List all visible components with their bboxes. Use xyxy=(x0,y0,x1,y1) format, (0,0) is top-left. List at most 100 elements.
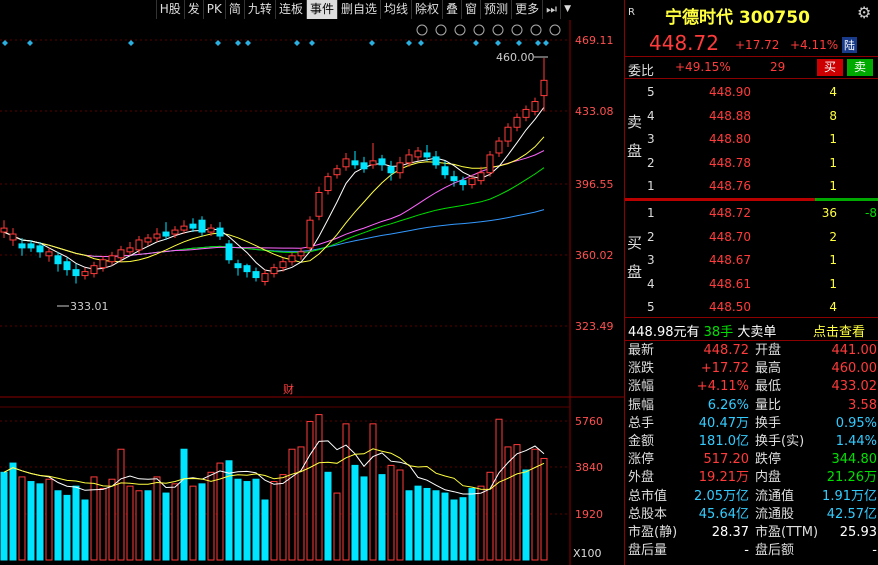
book-row: 4 448.61 1 xyxy=(625,273,878,296)
stat-value: 1.44% xyxy=(835,434,877,449)
toolbar-item[interactable]: 事件 xyxy=(305,0,337,19)
toolbar-item[interactable]: 发 xyxy=(183,0,203,19)
stat-label: 量比 xyxy=(755,397,782,413)
candle-body xyxy=(279,261,287,269)
candle-body xyxy=(342,158,350,168)
stat-label: 涨跌 xyxy=(628,361,655,377)
volume-bar xyxy=(261,499,269,561)
volume-bar xyxy=(540,457,548,561)
volume-bar xyxy=(189,485,197,561)
volume-bar xyxy=(477,485,485,561)
toolbar-item[interactable]: 叠 xyxy=(442,0,461,19)
volume-bar xyxy=(198,483,206,561)
toolbar-item[interactable]: 删自选 xyxy=(336,0,380,19)
volume-bar xyxy=(0,471,8,561)
stat-value: 3.58 xyxy=(848,397,877,413)
event-marker-icon xyxy=(235,40,241,46)
volume-bar xyxy=(36,483,44,561)
book-row: 4 448.88 8 xyxy=(625,105,878,128)
sell-button[interactable]: 卖 xyxy=(847,59,873,76)
toolbar-item[interactable]: 九转 xyxy=(243,0,275,19)
quote-panel: R 宁德时代 300750 ⚙ 448.72 +17.72 +4.11% 陆 委… xyxy=(624,0,878,565)
candle-body xyxy=(54,255,62,265)
book-level: 5 xyxy=(647,85,655,99)
candle-body xyxy=(207,227,215,233)
stat-value: 344.80 xyxy=(831,452,878,468)
toolbar-item[interactable]: 简 xyxy=(224,0,244,19)
candle-body xyxy=(108,255,116,263)
gear-icon[interactable]: ⚙ xyxy=(857,3,871,22)
toolbar-item[interactable]: 预测 xyxy=(480,0,511,19)
toolbar-item[interactable]: 窗 xyxy=(461,0,480,19)
candle-body xyxy=(63,261,71,271)
book-volume: 1 xyxy=(829,179,837,193)
play-icon xyxy=(454,24,466,36)
candle-body xyxy=(369,160,377,166)
price-tick-label: 396.55 xyxy=(575,178,614,191)
candle-body xyxy=(414,150,422,158)
candle-body xyxy=(99,259,107,269)
candle-body xyxy=(450,176,458,182)
candle-body xyxy=(234,263,242,269)
price-change: +17.72 xyxy=(735,38,780,52)
stat-value: 21.26万 xyxy=(826,470,877,486)
candle-body xyxy=(531,101,539,112)
buy-button[interactable]: 买 xyxy=(817,59,843,76)
candle-body xyxy=(459,180,467,186)
book-price: 448.80 xyxy=(709,132,751,146)
stat-label: 外盘 xyxy=(628,470,655,486)
weibi-diff: 29 xyxy=(770,60,786,74)
candle-body xyxy=(324,176,332,192)
divider xyxy=(625,56,878,57)
next-icon[interactable]: ⏭ xyxy=(542,0,560,19)
stat-value: 517.20 xyxy=(703,452,750,468)
kline-chart-area[interactable]: 469.11 433.08 396.55 360.02 323.49 5760 3840 19… xyxy=(0,0,624,565)
stat-value: 25.93 xyxy=(839,525,877,540)
candle-body xyxy=(45,251,53,257)
book-level: 1 xyxy=(647,179,655,193)
stat-row: 总市值 2.05万亿 流通值 1.91万亿 xyxy=(625,489,878,505)
book-row: 1 448.76 1 xyxy=(625,175,878,198)
candle-body xyxy=(288,255,296,263)
toolbar-item[interactable]: 除权 xyxy=(411,0,442,19)
toolbar-item[interactable]: 连板 xyxy=(274,0,306,19)
event-marker-icon xyxy=(473,40,479,46)
volume-bar xyxy=(351,464,359,561)
toolbar-item[interactable]: PK xyxy=(202,0,225,19)
stat-value: 28.37 xyxy=(711,525,749,540)
book-level: 2 xyxy=(647,155,655,170)
weibi-pct: +49.15% xyxy=(675,60,731,74)
volume-bar xyxy=(297,446,305,561)
toolbar-item[interactable]: 更多 xyxy=(511,0,542,19)
stat-label: 总手 xyxy=(628,415,655,431)
candle-body xyxy=(117,249,125,259)
book-row: 3 448.80 1 xyxy=(625,128,878,151)
stat-value: 19.21万 xyxy=(698,470,749,486)
stat-value: 45.64亿 xyxy=(698,506,749,522)
book-row: 2 448.70 2 xyxy=(625,226,878,249)
last-price: 448.72 xyxy=(649,31,719,55)
volume-bar xyxy=(459,497,467,561)
event-marker-icon xyxy=(215,40,221,46)
stat-row: 盘后量 - 盘后额 - xyxy=(625,543,878,559)
toolbar-item[interactable]: H股 xyxy=(155,0,184,19)
volume-unit-label: X100 xyxy=(573,547,602,560)
book-level: 2 xyxy=(647,229,655,244)
volume-bar xyxy=(117,448,125,561)
book-volume: 2 xyxy=(829,229,837,244)
volume-bar xyxy=(288,448,296,561)
kline-chart[interactable]: 469.11 433.08 396.55 360.02 323.49 5760 3840 19… xyxy=(0,0,624,565)
candle-body xyxy=(486,154,494,174)
dropdown-icon[interactable]: ▼ xyxy=(560,0,574,19)
view-big-order-link[interactable]: 点击查看 xyxy=(813,321,865,340)
stat-value: 2.05万亿 xyxy=(694,488,749,504)
volume-bar xyxy=(522,469,530,561)
volume-bar xyxy=(414,485,422,561)
high-price-label: 460.00 xyxy=(496,51,535,64)
stat-label: 盘后量 xyxy=(628,543,668,559)
book-side-label: 卖盘 xyxy=(627,113,643,160)
toolbar-item[interactable]: 均线 xyxy=(379,0,411,19)
stat-value: 42.57亿 xyxy=(826,506,877,522)
price-tick-label: 433.08 xyxy=(575,105,614,118)
book-level: 4 xyxy=(647,276,655,291)
